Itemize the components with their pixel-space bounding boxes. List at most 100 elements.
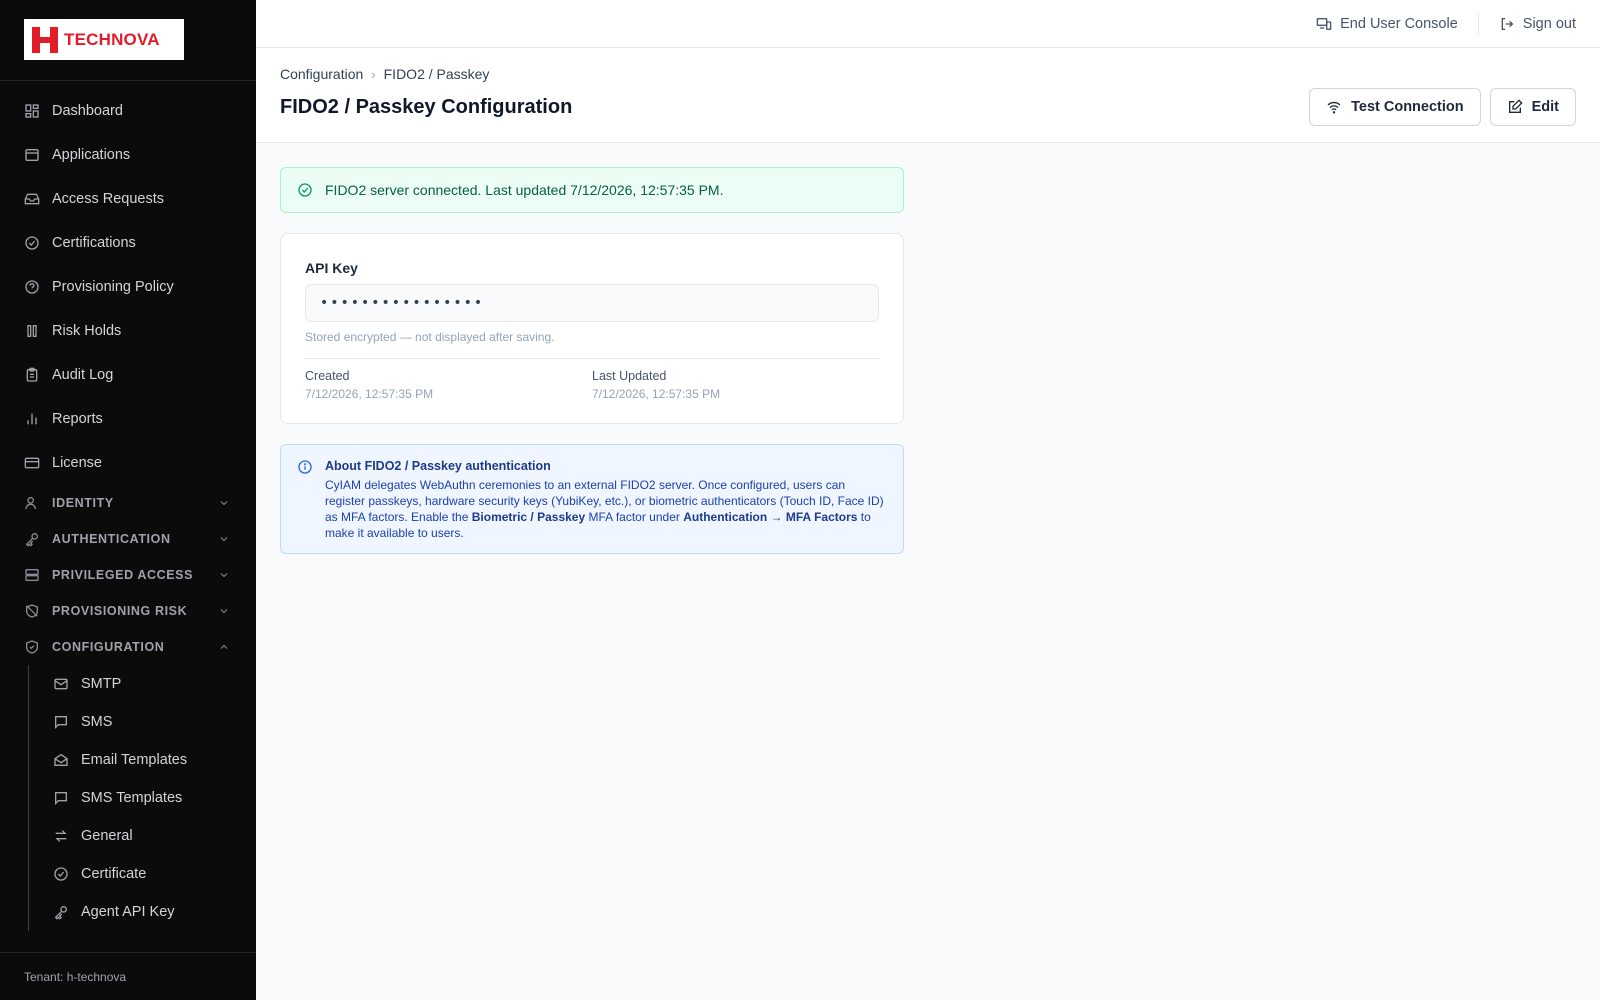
brand-logo[interactable]: TECHNOVA: [24, 19, 184, 60]
sidebar-item-label: Access Requests: [52, 191, 165, 207]
sidebar-item-provisioning-policy[interactable]: Provisioning Policy: [0, 265, 256, 309]
chevron-up-icon: [218, 641, 230, 653]
sidebar-item-certificate[interactable]: Certificate: [29, 855, 256, 893]
chevron-down-icon: [218, 533, 230, 545]
user-icon: [24, 495, 40, 511]
api-key-hint: Stored encrypted — not displayed after s…: [305, 330, 555, 344]
sidebar-item-reports[interactable]: Reports: [0, 397, 256, 441]
sidebar-item-applications[interactable]: Applications: [0, 133, 256, 177]
edit-button[interactable]: Edit: [1489, 88, 1576, 126]
sidebar-group-privileged-access[interactable]: PRIVILEGED ACCESS: [0, 557, 256, 593]
arrows-icon: [53, 828, 69, 844]
key-icon: [24, 531, 40, 547]
sidebar-item-label: Certifications: [52, 235, 136, 251]
group-label: PROVISIONING RISK: [52, 604, 188, 618]
sidebar-item-label: SMS Templates: [81, 790, 183, 806]
logo-area: TECHNOVA: [0, 0, 256, 81]
sidebar-item-certifications[interactable]: Certifications: [0, 221, 256, 265]
sidebar-item-label: Applications: [52, 147, 131, 163]
sidebar-group-provisioning-risk[interactable]: PROVISIONING RISK: [0, 593, 256, 629]
configuration-submenu: SMTP SMS Email Templates SMS Templates G…: [28, 665, 256, 931]
bar-chart-icon: [24, 411, 40, 427]
sidebar-item-dashboard[interactable]: Dashboard: [0, 89, 256, 133]
sidebar-item-label: License: [52, 455, 102, 471]
config-card: API Key •••••••••••••••• Stored encrypte…: [280, 233, 904, 424]
api-key-value: ••••••••••••••••: [320, 295, 485, 311]
updated-value: 7/12/2026, 12:57:35 PM: [592, 387, 721, 401]
breadcrumb-item-current: FIDO2 / Passkey: [383, 66, 490, 82]
sign-out-label: Sign out: [1522, 15, 1576, 32]
api-key-field[interactable]: ••••••••••••••••: [305, 284, 879, 322]
sidebar-nav: Dashboard Applications Access Requests C…: [0, 81, 256, 931]
info-bold-factor: Biometric / Passkey: [471, 510, 586, 524]
main-area: End User Console Sign out Configuration …: [256, 0, 1600, 1000]
chevron-down-icon: [218, 569, 230, 581]
sign-out-link[interactable]: Sign out: [1499, 16, 1576, 32]
end-user-console-link[interactable]: End User Console: [1316, 16, 1458, 32]
info-text-part: MFA factor under: [585, 510, 684, 524]
message-icon: [53, 714, 69, 730]
sidebar-group-configuration[interactable]: CONFIGURATION: [0, 629, 256, 665]
tenant-label: Tenant: h-technova: [0, 952, 256, 1000]
sidebar-item-label: Dashboard: [52, 103, 123, 119]
sidebar-item-label: General: [81, 828, 133, 844]
sidebar-item-sms[interactable]: SMS: [29, 703, 256, 741]
check-circle-icon: [53, 866, 69, 882]
sidebar-item-risk-holds[interactable]: Risk Holds: [0, 309, 256, 353]
sidebar-item-general[interactable]: General: [29, 817, 256, 855]
logo-mark-icon: [32, 26, 58, 53]
divider: [1477, 12, 1479, 35]
test-connection-button[interactable]: Test Connection: [1309, 88, 1481, 126]
status-alert-text: FIDO2 server connected. Last updated 7/1…: [325, 182, 724, 198]
edit-icon: [1508, 99, 1523, 113]
sidebar-group-authentication[interactable]: AUTHENTICATION: [0, 521, 256, 557]
info-title: About FIDO2 / Passkey authentication: [325, 459, 551, 473]
sidebar-item-agent-api-key[interactable]: Agent API Key: [29, 893, 256, 931]
timestamps: Created 7/12/2026, 12:57:35 PM Last Upda…: [305, 369, 879, 401]
sidebar: TECHNOVA Dashboard Applications Access R…: [0, 0, 256, 1000]
sidebar-item-label: Risk Holds: [52, 323, 122, 339]
sidebar-item-label: Agent API Key: [81, 904, 175, 920]
inbox-icon: [24, 191, 40, 207]
sidebar-item-label: SMS: [81, 714, 113, 730]
sidebar-item-email-templates[interactable]: Email Templates: [29, 741, 256, 779]
sidebar-group-identity[interactable]: IDENTITY: [0, 485, 256, 521]
brand-name: TECHNOVA: [64, 29, 160, 49]
key-icon: [53, 904, 69, 920]
created-value: 7/12/2026, 12:57:35 PM: [305, 387, 434, 401]
info-text: CyIAM delegates WebAuthn ceremonies to a…: [325, 477, 885, 541]
divider: [305, 358, 879, 359]
chevron-right-icon: ›: [371, 66, 376, 82]
content: FIDO2 server connected. Last updated 7/1…: [256, 143, 1600, 578]
info-body: About FIDO2 / Passkey authentication CyI…: [325, 459, 885, 541]
sidebar-item-sms-templates[interactable]: SMS Templates: [29, 779, 256, 817]
mail-icon: [53, 676, 69, 692]
message-icon: [53, 790, 69, 806]
sidebar-item-label: Certificate: [81, 866, 147, 882]
clipboard-icon: [24, 367, 40, 383]
dashboard-icon: [24, 103, 40, 119]
end-user-console-label: End User Console: [1340, 15, 1458, 32]
updated-column: Last Updated 7/12/2026, 12:57:35 PM: [592, 369, 879, 401]
server-icon: [24, 567, 40, 583]
card-icon: [24, 455, 40, 471]
group-label: PRIVILEGED ACCESS: [52, 568, 194, 582]
sidebar-item-label: Reports: [52, 411, 103, 427]
sidebar-item-audit-log[interactable]: Audit Log: [0, 353, 256, 397]
breadcrumb-item-configuration[interactable]: Configuration: [280, 66, 363, 82]
policy-icon: [24, 279, 40, 295]
sidebar-item-label: Email Templates: [81, 752, 188, 768]
info-box: About FIDO2 / Passkey authentication CyI…: [280, 444, 904, 554]
edit-label: Edit: [1531, 99, 1559, 115]
sidebar-item-access-requests[interactable]: Access Requests: [0, 177, 256, 221]
mail-open-icon: [53, 752, 69, 768]
devices-icon: [1316, 17, 1332, 30]
sidebar-item-smtp[interactable]: SMTP: [29, 665, 256, 703]
sign-out-icon: [1501, 17, 1514, 30]
group-label: CONFIGURATION: [52, 640, 165, 654]
sidebar-item-license[interactable]: License: [0, 441, 256, 485]
api-key-label: API Key: [305, 260, 358, 276]
window-icon: [24, 147, 40, 163]
sidebar-item-label: Provisioning Policy: [52, 279, 174, 295]
created-label: Created: [305, 369, 350, 383]
